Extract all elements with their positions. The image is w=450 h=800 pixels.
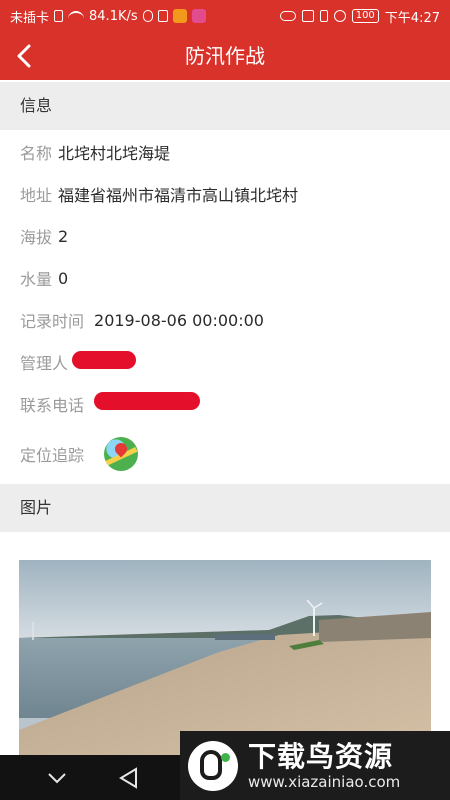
field-row-record-time: 记录时间 2019-08-06 00:00:00 [20,307,264,333]
field-value: 北垞村北垞海堤 [58,144,171,163]
sim-icon [54,10,64,22]
redaction-mark [94,392,200,410]
field-value: 0 [58,268,69,288]
field-row-water: 水量 0 [20,265,68,291]
page-title: 防汛作战 [185,44,265,68]
field-row-phone: 联系电话 [20,391,90,417]
field-label: 记录时间 [20,312,85,331]
clock: 下午4:27 [384,10,440,26]
watermark-title: 下载鸟资源 [248,739,394,773]
redaction-mark [72,351,136,369]
field-row-altitude: 海拔 2 [20,223,68,249]
wifi-icon [68,11,85,21]
field-label: 海拔 [20,228,53,247]
carrier-text: 未插卡 [10,10,50,26]
field-label: 定位追踪 [20,446,85,465]
field-label: 水量 [20,270,53,289]
seawall-photo[interactable] [19,560,431,755]
alarm-icon [333,10,346,22]
nav-back-button[interactable] [114,763,144,793]
field-value: 2 [58,226,69,246]
section-header-info: 信息 [0,82,450,130]
bluetooth-icon [319,10,328,22]
field-row-name: 名称 北垞村北垞海堤 [20,139,170,165]
hourglass-icon [157,10,168,22]
field-row-address: 地址 福建省福州市福清市高山镇北垞村 [20,181,298,207]
field-row-location: 定位追踪 [20,436,139,472]
field-label: 联系电话 [20,396,85,415]
triangle-back-icon [119,767,137,789]
eye-icon [279,11,296,21]
field-row-manager: 管理人 [20,349,74,375]
watermark-banner: 下载鸟资源 www.xiazainiao.com [180,731,450,800]
watermark-url: www.xiazainiao.com [248,772,401,791]
shopping-app-icon [191,9,206,23]
field-label: 管理人 [20,354,69,373]
status-bar: 未插卡 84.1K/s 100 下午4:27 [0,0,450,32]
video-app-icon [172,9,187,23]
usb-icon [142,10,153,22]
field-value: 2019-08-06 00:00:00 [94,310,264,330]
nav-hide-button[interactable] [42,763,72,793]
network-speed: 84.1K/s [89,8,138,24]
field-value: 福建省福州市福清市高山镇北垞村 [58,186,299,205]
field-label: 名称 [20,144,53,163]
section-header-images: 图片 [0,484,450,532]
app-bar: 防汛作战 [0,32,450,80]
map-location-icon[interactable] [104,437,139,471]
chevron-down-icon [48,773,66,784]
nfc-icon [301,10,314,22]
battery-icon: 100 [351,9,379,23]
field-label: 地址 [20,186,53,205]
bird-logo-icon [188,740,238,791]
